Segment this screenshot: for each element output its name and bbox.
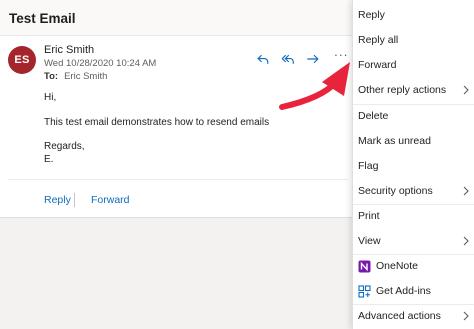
menu-item-forward[interactable]: Forward [353, 53, 474, 77]
add-ins-icon [358, 284, 371, 298]
message-actions [255, 51, 330, 67]
menu-item-label: Advanced actions [358, 310, 441, 322]
body-text: This test email demonstrates how to rese… [44, 117, 270, 128]
menu-item-label: OneNote [376, 260, 419, 272]
menu-item-label: Security options [358, 185, 433, 197]
menu-item-label: Delete [358, 110, 389, 122]
recipient-line: To: Eric Smith [44, 71, 107, 82]
menu-item-view[interactable]: View [353, 229, 474, 253]
menu-item-delete[interactable]: Delete [353, 104, 474, 128]
sent-date: Wed 10/28/2020 10:24 AM [44, 58, 157, 69]
to-label: To: [44, 71, 59, 82]
reply-all-icon[interactable] [280, 51, 296, 67]
body-signature: E. [44, 154, 54, 165]
menu-item-label: Print [358, 210, 380, 222]
chevron-right-icon [463, 236, 469, 246]
menu-item-get-add-ins[interactable]: Get Add-ins [353, 279, 474, 303]
onenote-icon [358, 260, 371, 273]
chevron-right-icon [463, 311, 469, 321]
menu-item-advanced-actions[interactable]: Advanced actions [353, 304, 474, 328]
forward-button[interactable]: Forward [91, 194, 130, 206]
menu-item-reply[interactable]: Reply [353, 3, 474, 27]
more-actions-menu: Reply Reply all Forward Other reply acti… [352, 0, 474, 329]
menu-item-label: Reply all [358, 34, 399, 46]
avatar[interactable]: ES [8, 46, 36, 74]
menu-item-security-options[interactable]: Security options [353, 179, 474, 203]
reply-button[interactable]: Reply [44, 194, 71, 206]
chevron-right-icon [463, 186, 469, 196]
footer-separator [74, 193, 75, 207]
recipient-name[interactable]: Eric Smith [64, 71, 107, 82]
email-subject: Test Email [9, 11, 76, 26]
menu-item-flag[interactable]: Flag [353, 154, 474, 178]
forward-icon[interactable] [305, 51, 321, 67]
sender-name[interactable]: Eric Smith [44, 44, 94, 56]
menu-item-label: Flag [358, 160, 379, 172]
more-actions-icon[interactable]: ··· [333, 48, 349, 67]
menu-item-print[interactable]: Print [353, 204, 474, 228]
chevron-right-icon [463, 85, 469, 95]
menu-item-mark-as-unread[interactable]: Mark as unread [353, 129, 474, 153]
menu-item-label: Other reply actions [358, 84, 447, 96]
menu-item-onenote[interactable]: OneNote [353, 254, 474, 278]
footer-divider [8, 179, 348, 180]
menu-item-label: Forward [358, 59, 397, 71]
menu-item-label: Reply [358, 9, 385, 21]
menu-item-label: Mark as unread [358, 135, 431, 147]
menu-item-reply-all[interactable]: Reply all [353, 28, 474, 52]
body-closing: Regards, [44, 141, 85, 152]
menu-item-other-reply-actions[interactable]: Other reply actions [353, 78, 474, 102]
body-greeting: Hi, [44, 92, 57, 103]
menu-item-label: Get Add-ins [376, 285, 431, 297]
menu-item-label: View [358, 235, 381, 247]
reply-icon[interactable] [255, 51, 271, 67]
